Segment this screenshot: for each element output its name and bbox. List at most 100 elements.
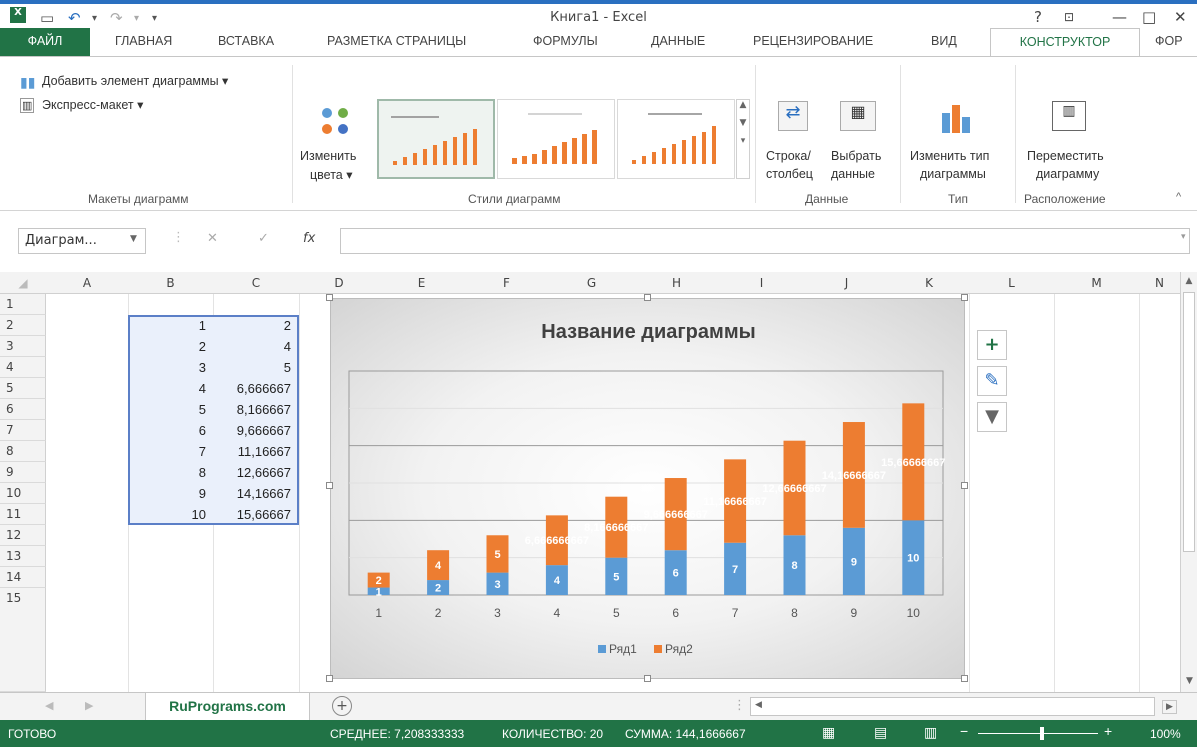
cell-c6[interactable]: 8,166667 [213,399,295,420]
row-header[interactable]: 7 [0,420,46,441]
cell-c7[interactable]: 9,666667 [213,420,295,441]
tab-review[interactable]: РЕЦЕНЗИРОВАНИЕ [753,34,873,48]
scroll-down-icon[interactable]: ▼ [737,118,749,128]
column-header[interactable]: G [549,276,634,290]
resize-handle[interactable] [644,675,651,682]
enter-icon[interactable]: ✓ [258,231,269,246]
maximize-button[interactable]: □ [1142,8,1156,26]
chart-elements-plus-icon[interactable]: + [977,330,1007,360]
column-header[interactable]: E [379,276,464,290]
formula-input[interactable] [340,228,1190,254]
page-layout-view-icon[interactable]: ▤ [874,724,887,741]
scroll-right-icon[interactable]: ▶ [1162,700,1177,714]
row-header[interactable]: 1 [0,294,46,315]
change-colors-label-2[interactable]: цвета ▾ [310,167,352,182]
row-header[interactable]: 14 [0,567,46,588]
column-header[interactable]: N [1139,276,1180,290]
ribbon-display-options-icon[interactable]: ⊡ [1064,10,1074,24]
zoom-level[interactable]: 100% [1150,727,1181,741]
help-button[interactable]: ? [1034,8,1042,26]
row-header[interactable]: 2 [0,315,46,336]
row-header[interactable]: 11 [0,504,46,525]
chart-area[interactable]: Название диаграммы 1 2 1 2 4 2 3 5 3 4 6,666666667… [330,298,965,679]
cell-c9[interactable]: 12,66667 [213,462,295,483]
cell-b7[interactable]: 6 [128,420,210,441]
resize-handle[interactable] [961,675,968,682]
column-header[interactable]: F [464,276,549,290]
horizontal-scrollbar[interactable]: ◀ [750,697,1155,716]
more-styles-icon[interactable]: ▾ [737,136,749,146]
cell-b8[interactable]: 7 [128,441,210,462]
styles-scroll[interactable]: ▲ ▼ ▾ [736,99,750,179]
scroll-down-arrow-icon[interactable]: ▼ [1181,676,1197,686]
switch-row-column-label-2[interactable]: столбец [766,167,813,181]
row-header[interactable]: 10 [0,483,46,504]
column-header[interactable]: C [213,276,299,290]
move-chart-label-1[interactable]: Переместить [1027,149,1104,163]
resize-handle[interactable] [644,294,651,301]
tab-insert[interactable]: ВСТАВКА [218,34,274,48]
vertical-scrollbar[interactable]: ▲ ▼ [1180,272,1197,692]
quick-layout-button[interactable]: Экспресс-макет ▾ [42,97,143,112]
chart-style-3[interactable] [617,99,735,179]
tab-file[interactable]: ФАЙЛ [0,28,90,56]
select-all-icon[interactable]: ◢ [0,276,46,290]
tab-data[interactable]: ДАННЫЕ [651,34,705,48]
cell-c10[interactable]: 14,16667 [213,483,295,504]
splitter-icon[interactable]: ⋮ [733,698,746,713]
chart-style-1[interactable] [377,99,495,179]
cell-c4[interactable]: 5 [213,357,295,378]
zoom-out-button[interactable]: − [960,723,968,739]
cell-b11[interactable]: 10 [128,504,210,525]
row-header[interactable]: 13 [0,546,46,567]
column-header[interactable]: K [889,276,969,290]
cell-c3[interactable]: 4 [213,336,295,357]
zoom-slider-thumb[interactable] [1040,727,1044,740]
cell-c8[interactable]: 11,16667 [213,441,295,462]
row-header[interactable]: 9 [0,462,46,483]
tab-view[interactable]: ВИД [931,34,957,48]
new-sheet-button[interactable]: + [332,696,352,716]
change-chart-type-label-1[interactable]: Изменить тип [910,149,989,163]
switch-row-column-label-1[interactable]: Строка/ [766,149,811,163]
collapse-ribbon-icon[interactable]: ^ [1176,191,1181,203]
chart-styles-brush-icon[interactable]: ✎ [977,366,1007,396]
move-chart-label-2[interactable]: диаграмму [1036,167,1099,181]
column-header[interactable]: M [1054,276,1139,290]
row-header[interactable]: 4 [0,357,46,378]
column-header[interactable]: H [634,276,719,290]
tab-format[interactable]: ФОР [1155,34,1183,48]
prev-sheet-icon[interactable]: ◀ [45,699,53,712]
row-header[interactable]: 8 [0,441,46,462]
resize-handle[interactable] [326,294,333,301]
zoom-slider[interactable] [978,733,1098,734]
row-header[interactable]: 15 [0,588,46,692]
change-colors-label-1[interactable]: Изменить [300,149,356,163]
scroll-up-arrow-icon[interactable]: ▲ [1181,272,1197,286]
add-chart-element-button[interactable]: Добавить элемент диаграммы ▾ [42,73,228,88]
close-button[interactable]: ✕ [1174,8,1187,26]
chart-filters-icon[interactable]: ▼ [977,402,1007,432]
resize-handle[interactable] [961,482,968,489]
zoom-in-button[interactable]: + [1104,723,1112,739]
select-data-label-1[interactable]: Выбрать [831,149,881,163]
scrollbar-thumb[interactable] [1183,292,1195,552]
minimize-button[interactable]: — [1112,8,1127,26]
resize-handle[interactable] [326,482,333,489]
column-header[interactable]: J [804,276,889,290]
tab-page-layout[interactable]: РАЗМЕТКА СТРАНИЦЫ [327,34,466,48]
column-header[interactable]: I [719,276,804,290]
tab-formulas[interactable]: ФОРМУЛЫ [533,34,598,48]
column-header[interactable]: L [969,276,1054,290]
scroll-left-icon[interactable]: ◀ [755,700,762,710]
cell-b2[interactable]: 1 [128,315,210,336]
select-data-label-2[interactable]: данные [831,167,875,181]
column-header[interactable]: B [128,276,213,290]
cell-b3[interactable]: 2 [128,336,210,357]
cancel-icon[interactable]: ✕ [207,231,218,246]
cell-b9[interactable]: 8 [128,462,210,483]
name-box-dropdown-icon[interactable]: ▼ [130,234,137,244]
row-header[interactable]: 3 [0,336,46,357]
next-sheet-icon[interactable]: ▶ [85,699,93,712]
name-box[interactable]: Диаграм... [18,228,146,254]
